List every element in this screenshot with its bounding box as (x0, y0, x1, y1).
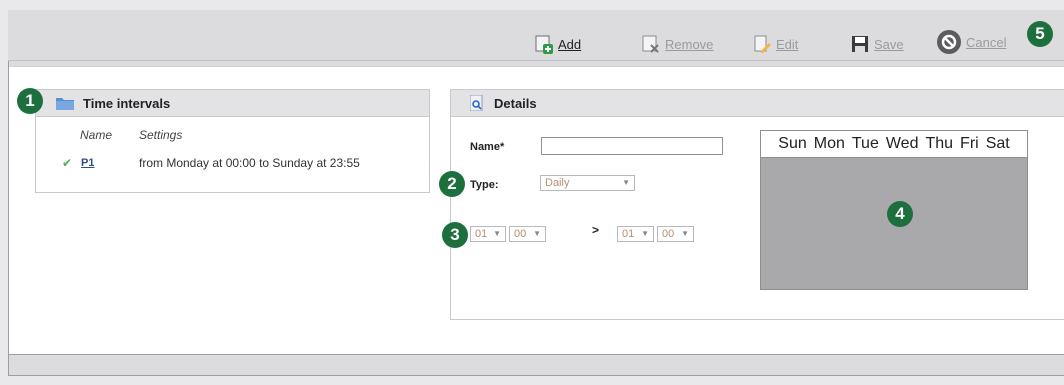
table-row[interactable]: ✔ P1 from Monday at 00:00 to Sunday at 2… (36, 154, 429, 172)
from-hour-select[interactable]: 01 ▼ (470, 226, 506, 242)
type-select-value: Daily (545, 177, 570, 189)
edit-button[interactable]: Edit (752, 34, 798, 54)
to-minute-value: 00 (662, 228, 675, 240)
column-header-name: Name (80, 128, 113, 142)
time-intervals-title: Time intervals (83, 95, 171, 111)
from-minute-value: 00 (514, 228, 527, 240)
chevron-down-icon: ▼ (533, 229, 541, 238)
callout-badge-3: 3 (442, 222, 468, 248)
details-header: Details (451, 90, 1064, 117)
save-icon (850, 34, 870, 54)
column-header-settings: Settings (139, 128, 183, 142)
chevron-down-icon: ▼ (681, 229, 689, 238)
edit-icon (752, 34, 772, 54)
remove-icon (641, 34, 661, 54)
type-select[interactable]: Daily ▼ (540, 175, 635, 191)
calendar-day-header: Sun Mon Tue Wed Thu Fri Sat (761, 131, 1027, 158)
edit-label: Edit (776, 36, 799, 52)
name-label: Name* (470, 141, 505, 153)
callout-badge-2: 2 (439, 171, 465, 197)
cancel-label: Cancel (966, 34, 1007, 50)
chevron-down-icon: ▼ (641, 229, 649, 238)
from-hour-value: 01 (475, 228, 488, 240)
callout-badge-5: 5 (1027, 21, 1053, 47)
details-title: Details (494, 95, 537, 111)
cancel-button[interactable]: Cancel (936, 29, 1007, 55)
day-label: Fri (960, 135, 979, 152)
remove-label: Remove (665, 36, 714, 52)
add-icon (534, 34, 554, 54)
to-hour-select[interactable]: 01 ▼ (617, 226, 654, 242)
day-label: Sun (778, 135, 807, 152)
day-label: Wed (885, 135, 919, 152)
cancel-icon (936, 29, 962, 55)
time-intervals-header: Time intervals (36, 90, 429, 117)
callout-badge-4: 4 (887, 201, 913, 227)
toolbar: Add Remove Edit Save Cancel (8, 10, 1064, 61)
to-hour-value: 01 (622, 228, 635, 240)
callout-badge-1: 1 (17, 88, 43, 114)
add-button[interactable]: Add (534, 34, 581, 54)
folder-icon (56, 96, 74, 110)
day-label: Sat (985, 135, 1010, 152)
add-label: Add (558, 36, 582, 52)
row-name-link[interactable]: P1 (81, 157, 94, 169)
checkmark-icon: ✔ (62, 156, 73, 170)
to-minute-select[interactable]: 00 ▼ (657, 226, 694, 242)
magnifier-icon (469, 94, 484, 112)
day-label: Thu (925, 135, 954, 152)
save-button[interactable]: Save (850, 34, 904, 54)
name-input[interactable] (541, 137, 723, 155)
chevron-down-icon: ▼ (622, 178, 630, 187)
range-arrow: > (592, 223, 600, 237)
row-settings: from Monday at 00:00 to Sunday at 23:55 (139, 156, 360, 170)
day-label: Mon (813, 135, 845, 152)
from-minute-select[interactable]: 00 ▼ (509, 226, 546, 242)
type-label: Type: (470, 179, 499, 191)
remove-button[interactable]: Remove (641, 34, 713, 54)
save-label: Save (874, 36, 904, 52)
time-intervals-panel: Time intervals Name Settings ✔ P1 from M… (35, 89, 430, 193)
chevron-down-icon: ▼ (493, 229, 501, 238)
day-label: Tue (851, 135, 879, 152)
